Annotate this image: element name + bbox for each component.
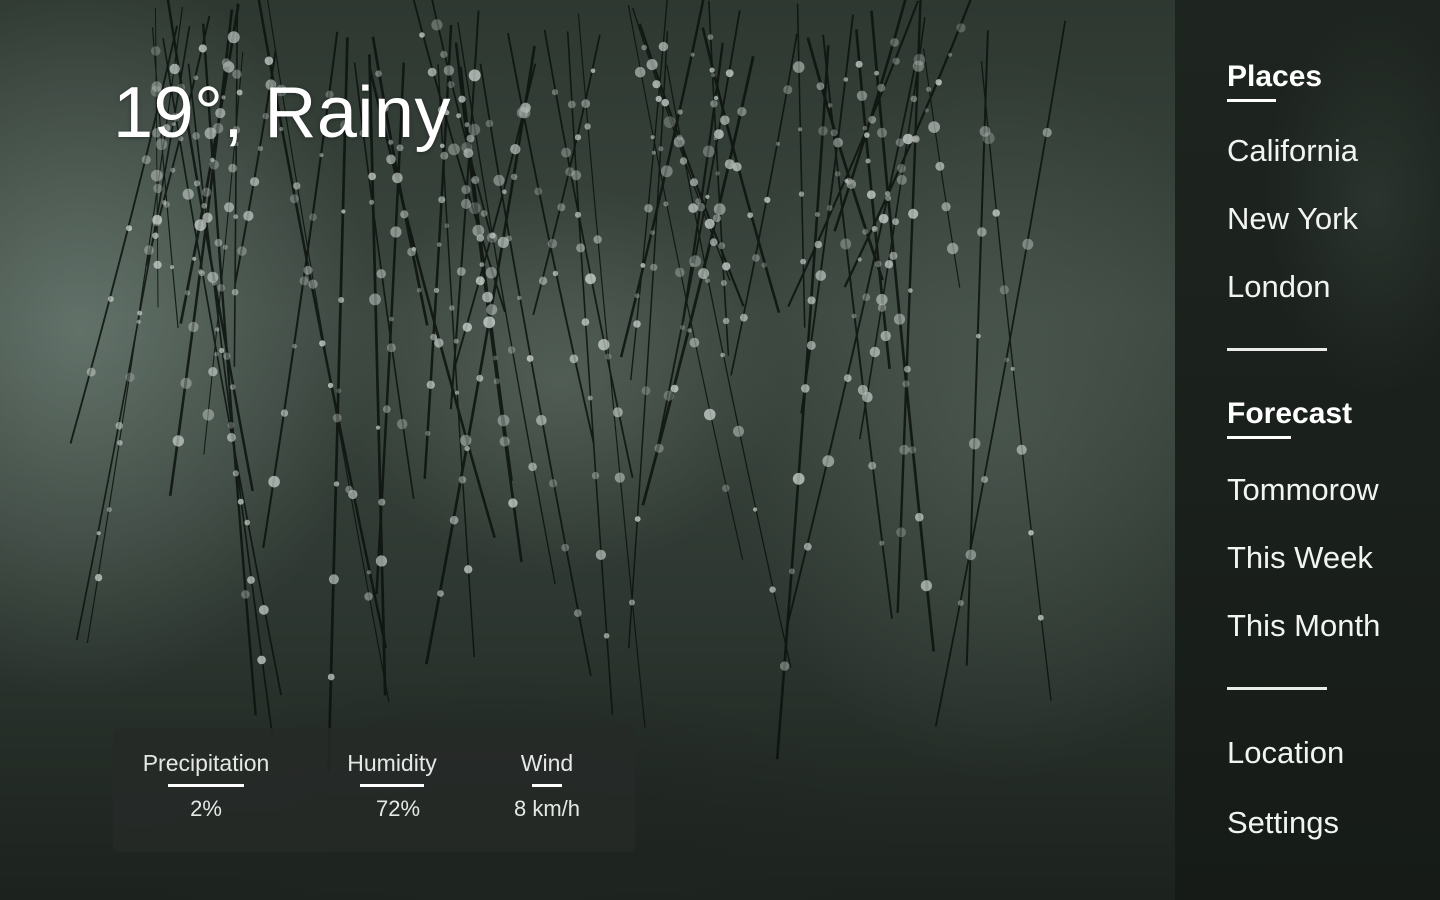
location-link[interactable]: Location (1227, 735, 1344, 771)
places-heading: Places (1227, 59, 1322, 102)
place-item-new-york[interactable]: New York (1227, 201, 1358, 237)
wind-label: Wind (520, 750, 574, 776)
forecast-heading-underline (1227, 436, 1291, 439)
sidebar-divider (1227, 687, 1327, 690)
forecast-heading-label: Forecast (1227, 397, 1353, 430)
forecast-heading: Forecast (1227, 396, 1352, 439)
places-heading-label: Places (1227, 60, 1323, 93)
place-item-california[interactable]: California (1227, 133, 1358, 169)
settings-link[interactable]: Settings (1227, 805, 1339, 841)
humidity-underline (360, 784, 424, 787)
humidity-stat: Humidity 72% (337, 748, 447, 823)
current-weather-headline: 19°, Rainy (113, 73, 451, 153)
sidebar-divider (1227, 348, 1327, 351)
place-item-london[interactable]: London (1227, 269, 1330, 305)
wind-value: 8 km/h (513, 796, 581, 821)
precipitation-underline (168, 784, 244, 787)
forecast-item-this-month[interactable]: This Month (1227, 608, 1380, 644)
forecast-item-this-week[interactable]: This Week (1227, 540, 1373, 576)
weather-stats-panel: Precipitation 2% Humidity 72% Wind 8 km/… (113, 728, 635, 852)
precipitation-label: Precipitation (142, 750, 270, 776)
places-heading-underline (1227, 99, 1276, 102)
precipitation-stat: Precipitation 2% (133, 748, 279, 823)
forecast-item-tomorrow[interactable]: Tommorow (1227, 472, 1379, 508)
wind-stat: Wind 8 km/h (501, 748, 593, 823)
wind-underline (532, 784, 562, 787)
humidity-label: Humidity (347, 750, 437, 776)
precipitation-value: 2% (190, 796, 222, 821)
humidity-value: 72% (375, 796, 421, 821)
weather-app: 19°, Rainy Precipitation 2% Humidity 72%… (0, 0, 1440, 900)
